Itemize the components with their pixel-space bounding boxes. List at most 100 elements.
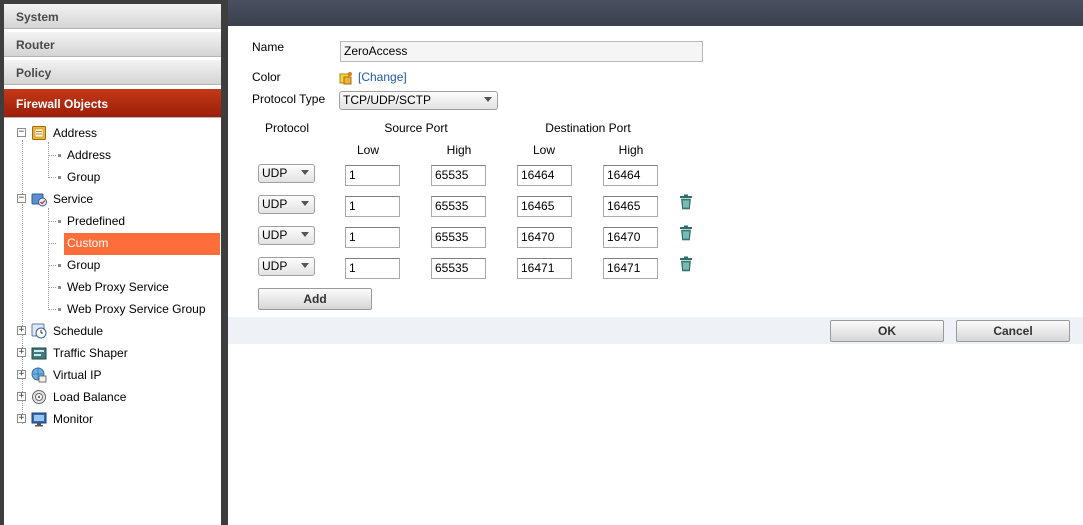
- tree-item-web-proxy-service-group[interactable]: Web Proxy Service Group: [4, 299, 221, 319]
- tree-label[interactable]: Group: [67, 255, 100, 275]
- protocol-select[interactable]: UDP: [258, 226, 315, 245]
- tree-label[interactable]: Group: [67, 167, 100, 187]
- cancel-button[interactable]: Cancel: [956, 320, 1070, 342]
- source-high-header: High: [446, 143, 472, 157]
- chevron-down-icon: [484, 97, 492, 102]
- tree-connector: [49, 177, 56, 178]
- protocol-select[interactable]: UDP: [258, 257, 315, 276]
- tree-label[interactable]: Load Balance: [53, 387, 126, 407]
- destination-low-header: Low: [532, 143, 555, 157]
- tree-label[interactable]: Virtual IP: [53, 365, 101, 385]
- protocol-type-select[interactable]: TCP/UDP/SCTP: [339, 91, 498, 110]
- tree-item-load-balance[interactable]: + Load Balance: [4, 387, 221, 407]
- tree-item-service-predefined[interactable]: Predefined: [4, 211, 221, 231]
- nav-category-router[interactable]: Router: [4, 32, 221, 57]
- tree-connector: [49, 287, 56, 288]
- tree-label-address[interactable]: Address: [53, 123, 97, 143]
- nav-category-firewall-objects[interactable]: Firewall Objects: [4, 89, 221, 118]
- tree-item-web-proxy-service[interactable]: Web Proxy Service: [4, 277, 221, 297]
- tree-label[interactable]: Monitor: [53, 409, 93, 429]
- source-low-input[interactable]: 1: [345, 227, 400, 248]
- add-button[interactable]: Add: [258, 288, 372, 310]
- source-low-input[interactable]: 1: [345, 196, 400, 217]
- destination-low-input[interactable]: 16471: [517, 258, 572, 279]
- name-input[interactable]: ZeroAccess: [340, 41, 703, 62]
- protocol-value: UDP: [262, 228, 288, 242]
- source-low-input[interactable]: 1: [345, 258, 400, 279]
- destination-high-input[interactable]: 16471: [603, 258, 658, 279]
- expand-icon[interactable]: +: [17, 326, 26, 335]
- tree-label[interactable]: Schedule: [53, 321, 103, 341]
- trash-icon[interactable]: [679, 194, 693, 210]
- ok-button[interactable]: OK: [830, 320, 944, 342]
- expand-icon[interactable]: +: [17, 370, 26, 379]
- destination-high-input[interactable]: 16470: [603, 227, 658, 248]
- tree-label[interactable]: Web Proxy Service: [67, 277, 169, 297]
- tree-item-service-group[interactable]: Group: [4, 255, 221, 275]
- tree-item-monitor[interactable]: + Monitor: [4, 409, 221, 429]
- tree-connector: [49, 221, 56, 222]
- tree-item-address-group[interactable]: Group: [4, 167, 221, 187]
- protocol-select[interactable]: UDP: [258, 164, 315, 183]
- protocol-type-label: Protocol Type: [252, 92, 326, 106]
- tree-label[interactable]: Traffic Shaper: [53, 343, 128, 363]
- tree-connector: [49, 265, 56, 266]
- protocol-header: Protocol: [264, 121, 310, 135]
- chevron-down-icon: [301, 232, 309, 237]
- destination-high-header: High: [618, 143, 644, 157]
- source-high-input[interactable]: 65535: [431, 227, 486, 248]
- load-balance-icon: [32, 390, 46, 404]
- tree-bullet: [58, 154, 61, 157]
- destination-high-input[interactable]: 16464: [603, 165, 658, 186]
- expand-icon[interactable]: +: [17, 414, 26, 423]
- tree-connector: [49, 309, 56, 310]
- tree-item-virtual-ip[interactable]: + Virtual IP: [4, 365, 221, 385]
- source-high-input[interactable]: 65535: [431, 196, 486, 217]
- color-swatch-icon: [339, 72, 352, 85]
- protocol-select[interactable]: UDP: [258, 195, 315, 214]
- service-icon: [31, 193, 47, 207]
- source-high-input[interactable]: 65535: [431, 165, 486, 186]
- collapse-icon[interactable]: −: [17, 128, 26, 137]
- trash-icon[interactable]: [679, 256, 693, 272]
- content-title-bar: [228, 0, 1083, 26]
- destination-low-input[interactable]: 16470: [517, 227, 572, 248]
- tree-label[interactable]: Custom: [67, 233, 108, 253]
- trash-icon[interactable]: [679, 225, 693, 241]
- source-high-input[interactable]: 65535: [431, 258, 486, 279]
- source-low-input[interactable]: 1: [345, 165, 400, 186]
- tree-label[interactable]: Address: [67, 145, 111, 165]
- tree-connector: [49, 155, 56, 156]
- tree-label[interactable]: Predefined: [67, 211, 125, 231]
- clock-icon: [31, 323, 47, 339]
- expand-icon[interactable]: +: [17, 348, 26, 357]
- expand-icon[interactable]: +: [17, 392, 26, 401]
- source-port-header: Source Port: [384, 121, 448, 135]
- protocol-value: UDP: [262, 197, 288, 211]
- virtual-ip-icon: [31, 367, 47, 383]
- tree-label-service[interactable]: Service: [53, 189, 93, 209]
- color-label: Color: [252, 70, 281, 84]
- color-change-link[interactable]: [Change]: [358, 70, 407, 84]
- protocol-value: UDP: [262, 166, 288, 180]
- dialog-footer: OK Cancel: [228, 317, 1083, 344]
- chevron-down-icon: [301, 170, 309, 175]
- chevron-down-icon: [301, 263, 309, 268]
- nav-category-system[interactable]: System: [4, 4, 221, 29]
- tree-item-traffic-shaper[interactable]: + Traffic Shaper: [4, 343, 221, 363]
- destination-high-input[interactable]: 16465: [603, 196, 658, 217]
- tree-item-address-address[interactable]: Address: [4, 145, 221, 165]
- nav-category-policy[interactable]: Policy: [4, 60, 221, 85]
- address-book-icon: [32, 126, 46, 140]
- destination-low-input[interactable]: 16465: [517, 196, 572, 217]
- tree-bullet: [58, 220, 61, 223]
- tree-item-schedule[interactable]: + Schedule: [4, 321, 221, 341]
- protocol-type-value: TCP/UDP/SCTP: [343, 93, 432, 107]
- destination-low-input[interactable]: 16464: [517, 165, 572, 186]
- tree-item-service-custom[interactable]: Custom: [4, 233, 221, 255]
- tree-label[interactable]: Web Proxy Service Group: [67, 299, 206, 319]
- tree-item-address: − Address: [4, 123, 221, 143]
- tree-item-service: − Service: [4, 189, 221, 209]
- chevron-down-icon: [301, 201, 309, 206]
- collapse-icon[interactable]: −: [17, 194, 26, 203]
